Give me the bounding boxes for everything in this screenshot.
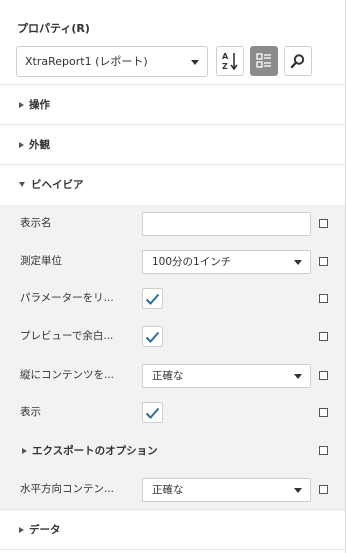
parameters-checkbox[interactable]: [142, 288, 163, 309]
property-row-measure-units: 測定単位 100分の1インチ: [0, 243, 345, 280]
horizontal-content-select[interactable]: 正確な: [142, 478, 311, 502]
sort-alphabetical-button[interactable]: A Z: [216, 46, 244, 76]
section-behavior-label: ビヘイビア: [31, 179, 84, 191]
chevron-down-icon: [191, 60, 199, 65]
property-label: 表示名: [20, 217, 52, 229]
display-name-input[interactable]: [142, 212, 311, 236]
categorized-view-button[interactable]: [250, 46, 278, 76]
chevron-right-icon: [19, 141, 24, 148]
chevron-down-icon: [294, 260, 302, 265]
property-label: 水平方向コンテン...: [20, 483, 115, 495]
checkmark-icon: [145, 407, 160, 419]
property-label: 縦にコンテンツを...: [20, 369, 115, 381]
property-label: プレビューで余白...: [20, 330, 114, 342]
checkmark-icon: [145, 331, 160, 343]
sort-alphabetical-icon: A Z: [222, 52, 238, 71]
property-marker[interactable]: [319, 371, 328, 380]
horizontal-content-value: 正確な: [152, 484, 184, 496]
component-select-value: XtraReport1 (レポート): [25, 55, 148, 68]
chevron-right-icon: [19, 101, 24, 108]
vertical-content-select[interactable]: 正確な: [142, 364, 311, 388]
section-appearance-label: 外観: [29, 139, 50, 151]
property-row-vertical-content: 縦にコンテンツを... 正確な: [0, 357, 345, 394]
property-row-export-options[interactable]: エクスポートのオプション: [0, 432, 345, 469]
measure-units-value: 100分の1インチ: [152, 256, 232, 268]
properties-toolbar: XtraReport1 (レポート) A Z: [16, 46, 346, 78]
checkmark-icon: [145, 293, 160, 305]
properties-panel: プロパティ(R) XtraReport1 (レポート) A Z 操作 外観 ビヘ…: [0, 0, 346, 553]
property-label: パラメーターをリ...: [20, 292, 114, 304]
property-marker[interactable]: [319, 294, 328, 303]
property-row-display-name: 表示名: [0, 205, 345, 242]
section-appearance[interactable]: 外観: [0, 124, 345, 164]
property-marker[interactable]: [319, 332, 328, 341]
chevron-down-icon: [19, 182, 25, 187]
property-marker[interactable]: [319, 257, 328, 266]
search-button[interactable]: [284, 46, 312, 76]
svg-text:Z: Z: [222, 62, 228, 71]
property-marker[interactable]: [319, 408, 328, 417]
property-marker[interactable]: [319, 219, 328, 228]
chevron-down-icon: [294, 488, 302, 493]
chevron-right-icon: [19, 526, 24, 533]
property-marker[interactable]: [319, 446, 328, 455]
section-behavior[interactable]: ビヘイビア: [0, 164, 345, 204]
export-options-label: エクスポートのオプション: [32, 445, 158, 457]
property-row-visible: 表示: [0, 394, 345, 431]
chevron-down-icon: [294, 374, 302, 379]
property-row-horizontal-content: 水平方向コンテン... 正確な: [0, 471, 345, 508]
section-data[interactable]: データ: [0, 509, 345, 549]
property-label: 表示: [20, 406, 41, 418]
property-marker[interactable]: [319, 485, 328, 494]
search-icon: [290, 54, 305, 69]
visible-checkbox[interactable]: [142, 402, 163, 423]
property-label: 測定単位: [20, 255, 62, 267]
preview-margins-checkbox[interactable]: [142, 326, 163, 347]
export-options-header[interactable]: エクスポートのオプション: [22, 432, 158, 469]
panel-title: プロパティ(R): [17, 22, 90, 35]
section-actions[interactable]: 操作: [0, 84, 345, 124]
divider: [0, 549, 345, 550]
section-actions-label: 操作: [29, 99, 50, 111]
categorized-view-icon: [256, 53, 271, 68]
svg-text:A: A: [222, 52, 229, 61]
vertical-content-value: 正確な: [152, 370, 184, 382]
behavior-properties: 表示名 測定単位 100分の1インチ パラメーターをリ... プレビューで余白.…: [0, 205, 345, 511]
measure-units-select[interactable]: 100分の1インチ: [142, 250, 311, 274]
chevron-right-icon: [22, 447, 27, 454]
section-data-label: データ: [29, 524, 61, 536]
property-row-preview-margins: プレビューで余白...: [0, 318, 345, 355]
property-row-parameters: パラメーターをリ...: [0, 280, 345, 317]
component-select[interactable]: XtraReport1 (レポート): [16, 46, 208, 77]
